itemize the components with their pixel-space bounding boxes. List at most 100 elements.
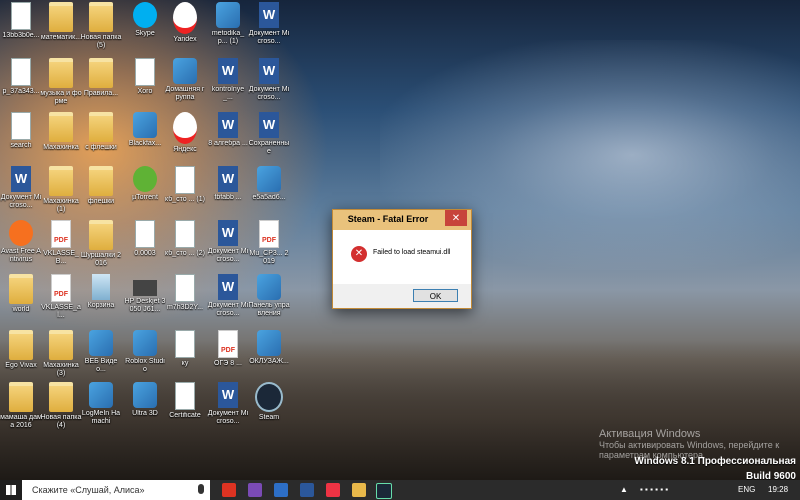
tray-arrow-icon[interactable]: ▲ [620,485,628,494]
edition-name: Windows 8.1 Профессиональная [634,456,796,467]
desktop-icon[interactable]: ВЕБ Видео... [80,330,122,374]
desktop-icon[interactable]: кб_сто ... (1) [164,166,206,204]
word-document-icon: W [11,166,31,192]
yandex-icon [173,112,197,144]
desktop-icon[interactable]: Домашняя группа [164,58,206,102]
steam-taskbar-icon[interactable] [376,483,392,499]
desktop-icon-label: математик... [40,34,82,41]
desktop-icon[interactable]: m7h3D2Y... [164,274,206,312]
desktop-icon[interactable]: 13bb3b0e... [0,2,42,40]
desktop-icon[interactable]: p_37a343... [0,58,42,96]
clock[interactable]: 19:28 [768,485,788,494]
store-icon[interactable] [274,483,288,497]
start-button[interactable] [0,480,22,500]
desktop-icon[interactable]: search [0,112,42,150]
folder-icon [49,2,73,32]
desktop-icon[interactable]: Махахинка [40,112,82,152]
word-icon[interactable] [300,483,314,497]
word-document-icon: W [218,382,238,408]
desktop-icon-label: музыка и форме [40,90,82,105]
desktop-icon[interactable]: LogMeIn Hamachi [80,382,122,426]
desktop-icon[interactable]: Яндекс [164,112,206,154]
yandex-icon [173,2,197,34]
desktop-icon[interactable]: Корзина [80,274,122,310]
desktop-icon-label: search [10,142,32,149]
desktop-icon[interactable]: ОКЛУЗАЖ... [248,330,290,366]
microphone-icon[interactable] [198,484,204,494]
desktop-icon[interactable]: W Документ Microso... [207,274,249,318]
desktop-icon[interactable]: W 8 алгебра ... [207,112,249,148]
desktop-icon-label: Махахинка [43,144,79,151]
desktop-icon[interactable]: флешки [80,166,122,206]
dialog-message: Failed to load steamui.dll [373,249,451,256]
desktop-icon[interactable]: W Документ Microso... [248,2,290,46]
desktop-icon-label: Документ Microso... [248,30,290,45]
desktop-icon[interactable]: Avast Free Antivirus [0,220,42,264]
desktop-icon[interactable]: мамаша дама 2016 [0,382,42,430]
desktop-icon[interactable]: Yandex [164,2,206,44]
desktop-icon-label: HP Deskjet 3050 J61... [124,298,166,313]
desktop-icon[interactable]: 0.0003 [124,220,166,258]
desktop-icon[interactable]: Wfbfabb ... [207,166,249,202]
desktop-icon[interactable]: PDF VKLASSE_al... [40,274,82,320]
desktop-icon[interactable]: Ultra 3D [124,382,166,418]
desktop-icon[interactable]: ку [164,330,206,368]
desktop-icon[interactable]: W Документ Microso... [248,58,290,102]
desktop-icon[interactable]: кб_сто ... (2) [164,220,206,258]
desktop-icon-label: Документ Microso... [0,194,42,209]
acrobat-icon[interactable] [326,483,340,497]
desktop-icon[interactable]: PDF Mu_CP3... 2019 [248,220,290,266]
app-icon[interactable] [248,483,262,497]
desktop-icon-label: 8 алгебра ... [208,140,248,147]
desktop-icon[interactable]: W Сохраненные [248,112,290,156]
desktop-icon[interactable]: Skype [124,2,166,38]
dialog-body: ✕ Failed to load steamui.dll [333,230,471,284]
desktop-icon-label: Документ Microso... [248,86,290,101]
desktop-icon[interactable]: PDF VKLASSE_B... [40,220,82,266]
desktop-icon-label: 0.0003 [134,250,156,257]
application-icon [89,382,113,408]
desktop-icon[interactable]: e5a5ad6... [248,166,290,202]
dialog-titlebar[interactable]: Steam - Fatal Error ✕ [333,210,471,230]
ok-button[interactable]: OK [413,289,458,302]
application-icon [133,112,157,138]
desktop-icon[interactable]: W Документ Microso... [207,382,249,426]
desktop-icon-label: Махахинка (1) [43,198,79,213]
explorer-icon[interactable] [352,483,366,497]
tray-icons[interactable]: ▪ ▪ ▪ ▪ ▪ ▪ [640,485,668,494]
desktop-icon[interactable]: Правила... [80,58,122,98]
desktop-icon[interactable]: Новая папка (5) [80,2,122,50]
desktop-icon[interactable]: PDF ОГЭ 8 ... [207,330,249,368]
desktop-icon[interactable]: с флешки [80,112,122,152]
search-box[interactable]: Скажите «Слушай, Алиса» [22,480,210,500]
desktop-icon[interactable]: world [0,274,42,314]
dialog-close-button[interactable]: ✕ [445,210,467,226]
folder-icon [89,166,113,196]
desktop-icon[interactable]: metodika_p... (1) [207,2,249,46]
desktop-icon[interactable]: математик... [40,2,82,42]
desktop-icon[interactable]: Blackfax... [124,112,166,148]
desktop-icon-label: kontrolnye_... [211,86,245,101]
desktop-icon[interactable]: Панель управления [248,274,290,318]
desktop-icon[interactable]: W Документ Microso... [0,166,42,210]
desktop-icon[interactable]: Wkontrolnye_... [207,58,249,102]
desktop-icon[interactable]: HP Deskjet 3050 J61... [124,274,166,314]
desktop-icon[interactable]: Steam [248,382,290,422]
desktop-icon[interactable]: Новая папка (4) [40,382,82,430]
desktop-icon[interactable]: Certificate [164,382,206,420]
desktop-icon[interactable]: Шуршалки 2016 [80,220,122,268]
desktop-icon[interactable]: µTorrent [124,166,166,202]
document-icon [135,58,155,86]
steam-icon [255,382,283,412]
desktop-icon[interactable]: Ego Vivax [0,330,42,370]
application-icon [133,382,157,408]
desktop-icon[interactable]: W Документ Microso... [207,220,249,264]
yandex-browser-icon[interactable] [222,483,236,497]
desktop-icon[interactable]: Махахинка (3) [40,330,82,378]
desktop-icon-label: Документ Microso... [207,410,249,425]
desktop-icon[interactable]: Махахинка (1) [40,166,82,214]
desktop-icon[interactable]: музыка и форме [40,58,82,106]
desktop-icon[interactable]: Roblox Studio [124,330,166,374]
language-indicator[interactable]: ENG [738,485,755,494]
desktop-icon[interactable]: Xoro [124,58,166,96]
